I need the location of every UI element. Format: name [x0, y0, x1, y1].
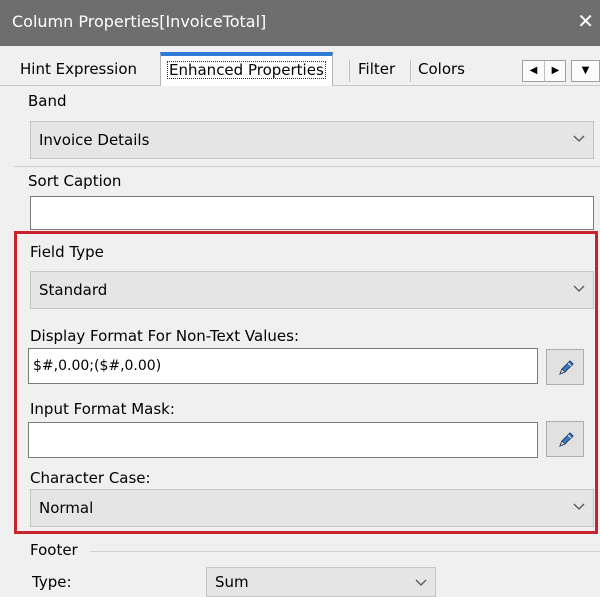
- tab-divider: [410, 60, 411, 82]
- band-select[interactable]: Invoice Details: [30, 121, 594, 159]
- chevron-down-icon: [573, 135, 585, 142]
- scroll-right-icon[interactable]: ▶: [544, 61, 566, 81]
- tab-label: Enhanced Properties: [167, 61, 326, 79]
- band-label: Band: [28, 92, 67, 110]
- display-format-input[interactable]: $#,0.00;($#,0.00): [28, 348, 538, 384]
- character-case-select[interactable]: Normal: [30, 489, 594, 527]
- tab-menu-dropdown-icon[interactable]: ▼: [571, 60, 600, 82]
- input-mask-input[interactable]: [28, 422, 538, 458]
- footer-label: Footer: [30, 541, 78, 559]
- footer-divider: [90, 551, 600, 552]
- display-format-label: Display Format For Non-Text Values:: [30, 327, 299, 345]
- character-case-value: Normal: [39, 499, 94, 517]
- display-format-value: $#,0.00;($#,0.00): [33, 358, 162, 374]
- footer-type-select[interactable]: Sum: [206, 567, 436, 597]
- band-value: Invoice Details: [39, 131, 150, 149]
- tab-hint-expression[interactable]: Hint Expression: [14, 56, 143, 85]
- footer-type-value: Sum: [215, 573, 249, 591]
- chevron-down-icon: [573, 503, 585, 510]
- close-icon[interactable]: ✕: [577, 10, 594, 32]
- tab-enhanced-properties[interactable]: Enhanced Properties: [160, 52, 333, 86]
- pencil-icon: [559, 360, 574, 375]
- field-type-select[interactable]: Standard: [30, 271, 594, 309]
- tab-label: Colors: [418, 60, 465, 78]
- field-type-label: Field Type: [30, 243, 104, 261]
- window-title-bar: Column Properties[InvoiceTotal] ✕: [0, 0, 600, 46]
- input-mask-label: Input Format Mask:: [30, 400, 175, 418]
- edit-input-mask-button[interactable]: [546, 421, 584, 457]
- tab-scroll-buttons: ◀ ▶: [522, 60, 566, 82]
- chevron-down-icon: [415, 579, 427, 586]
- tab-strip: Hint Expression Enhanced Properties Filt…: [0, 46, 600, 86]
- tab-label: Filter: [358, 60, 396, 78]
- window-title: Column Properties[InvoiceTotal]: [12, 12, 267, 31]
- footer-type-label: Type:: [32, 573, 72, 591]
- character-case-label: Character Case:: [30, 469, 151, 487]
- divider: [14, 166, 600, 167]
- scroll-left-icon[interactable]: ◀: [523, 61, 544, 81]
- sort-caption-label: Sort Caption: [28, 172, 122, 190]
- tab-label: Hint Expression: [20, 60, 138, 78]
- edit-display-format-button[interactable]: [546, 349, 584, 385]
- tab-colors[interactable]: Colors: [412, 56, 471, 85]
- field-type-value: Standard: [39, 281, 108, 299]
- tab-divider: [349, 60, 350, 82]
- pencil-icon: [559, 432, 574, 447]
- chevron-down-icon: [573, 285, 585, 292]
- tab-filter[interactable]: Filter: [352, 56, 401, 85]
- sort-caption-input[interactable]: [30, 196, 594, 230]
